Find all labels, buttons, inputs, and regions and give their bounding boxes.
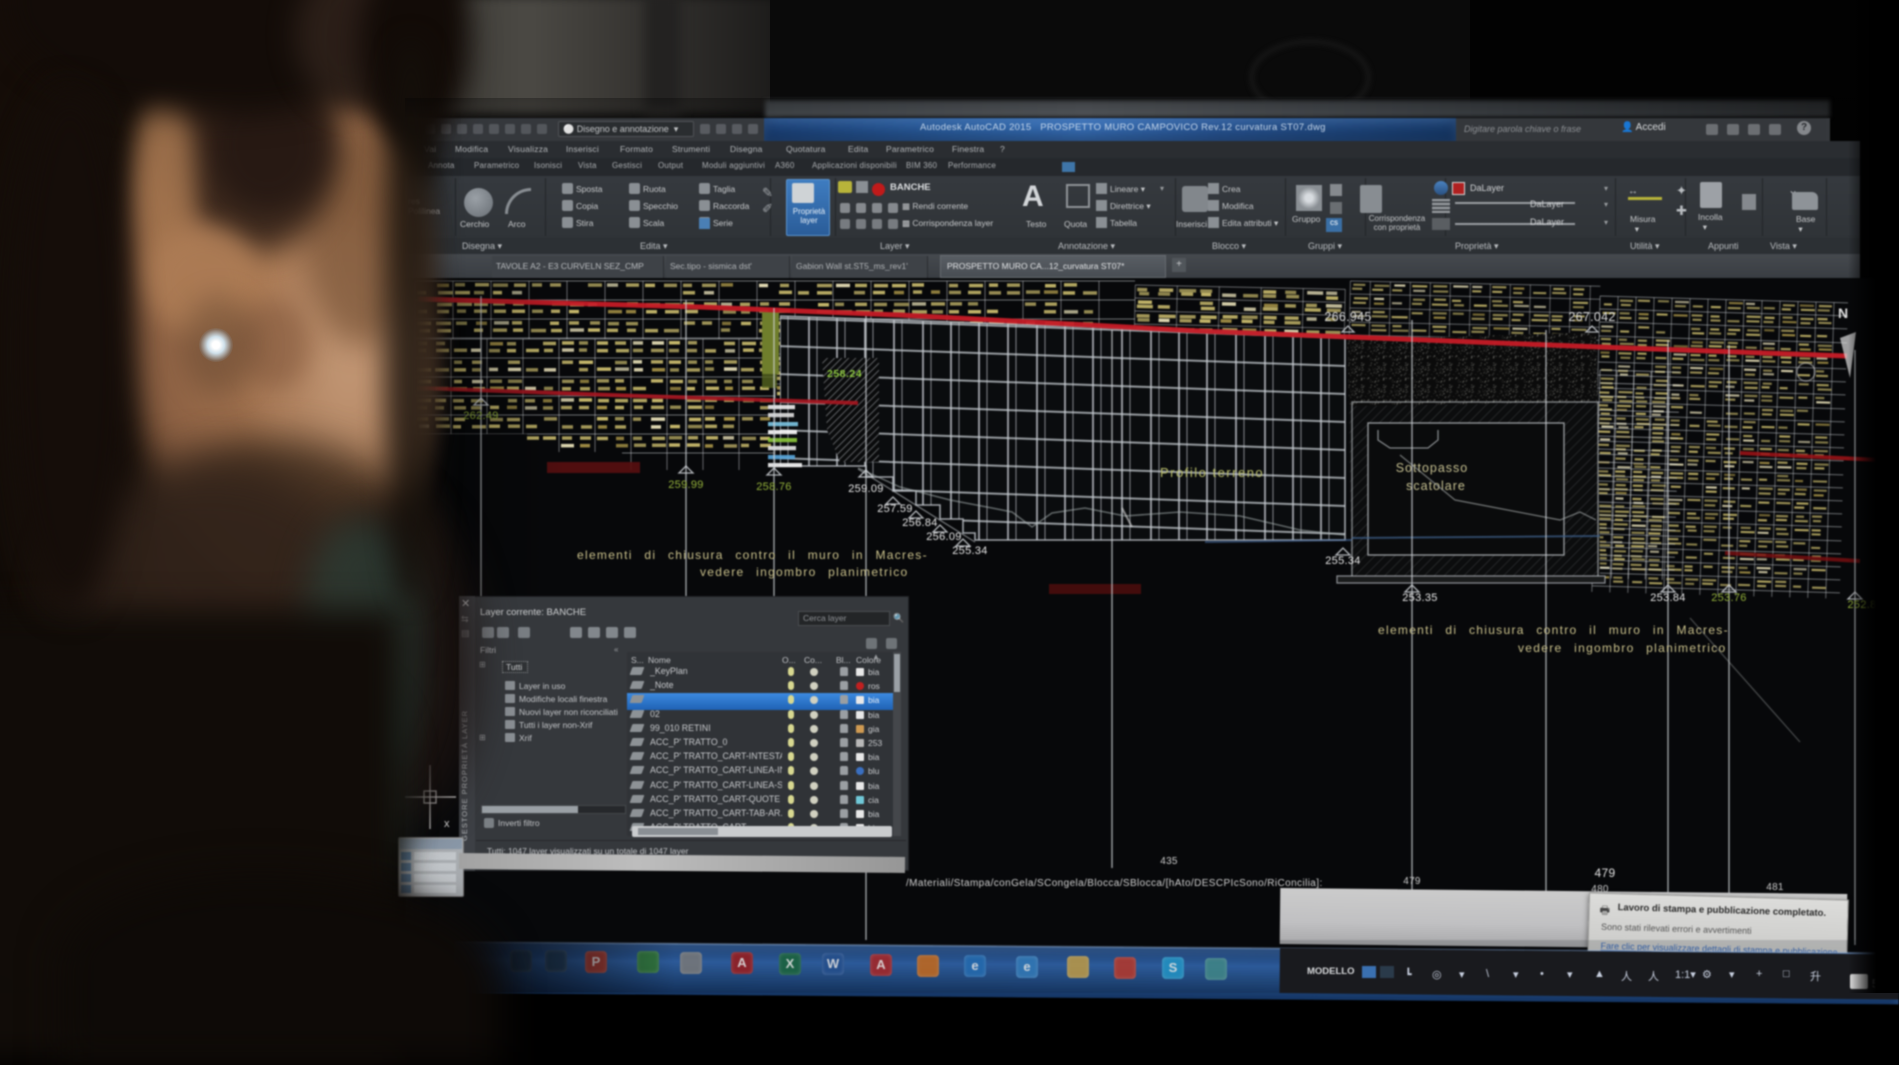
svg-text:262.49: 262.49 (463, 410, 498, 422)
svg-text:255.34: 255.34 (952, 545, 987, 557)
svg-text:267.042: 267.042 (1568, 310, 1615, 324)
svg-text:266.945: 266.945 (1324, 310, 1371, 324)
svg-text:Profilo terreno: Profilo terreno (1160, 465, 1264, 480)
svg-text:scatolare: scatolare (1406, 479, 1466, 493)
svg-text:253.35: 253.35 (1402, 592, 1437, 604)
svg-text:vedere ingombro planimetrico: vedere ingombro planimetrico (1518, 641, 1726, 655)
svg-text:Sottopasso: Sottopasso (1396, 461, 1469, 475)
svg-text:479: 479 (1403, 876, 1421, 887)
svg-text:elementi di chiusura contro il: elementi di chiusura contro il muro in M… (577, 548, 928, 562)
svg-text:257.59: 257.59 (877, 503, 912, 515)
svg-text:256.09: 256.09 (926, 531, 961, 543)
svg-text:vedere ingombro planimetrico: vedere ingombro planimetrico (700, 565, 908, 579)
svg-text:N: N (1838, 305, 1848, 321)
svg-text:258.24: 258.24 (827, 368, 862, 380)
svg-text:253.84: 253.84 (1650, 592, 1685, 604)
svg-text:x: x (444, 818, 450, 830)
svg-text:255.34: 255.34 (1325, 555, 1360, 567)
svg-text:253.76: 253.76 (1711, 592, 1746, 604)
svg-text:elementi di chiusura contro il: elementi di chiusura contro il muro in M… (1378, 623, 1729, 637)
svg-text:259.99: 259.99 (668, 479, 703, 491)
svg-text:258.76: 258.76 (756, 481, 791, 493)
svg-text:481: 481 (1766, 882, 1784, 893)
svg-text:256.84: 256.84 (902, 517, 937, 529)
svg-text:/Materiali/Stampa/conGela/SCon: /Materiali/Stampa/conGela/SCongela/Blocc… (906, 878, 1323, 889)
svg-text:479: 479 (1595, 866, 1616, 880)
svg-text:259.09: 259.09 (848, 483, 883, 495)
svg-text:435: 435 (1160, 856, 1178, 867)
